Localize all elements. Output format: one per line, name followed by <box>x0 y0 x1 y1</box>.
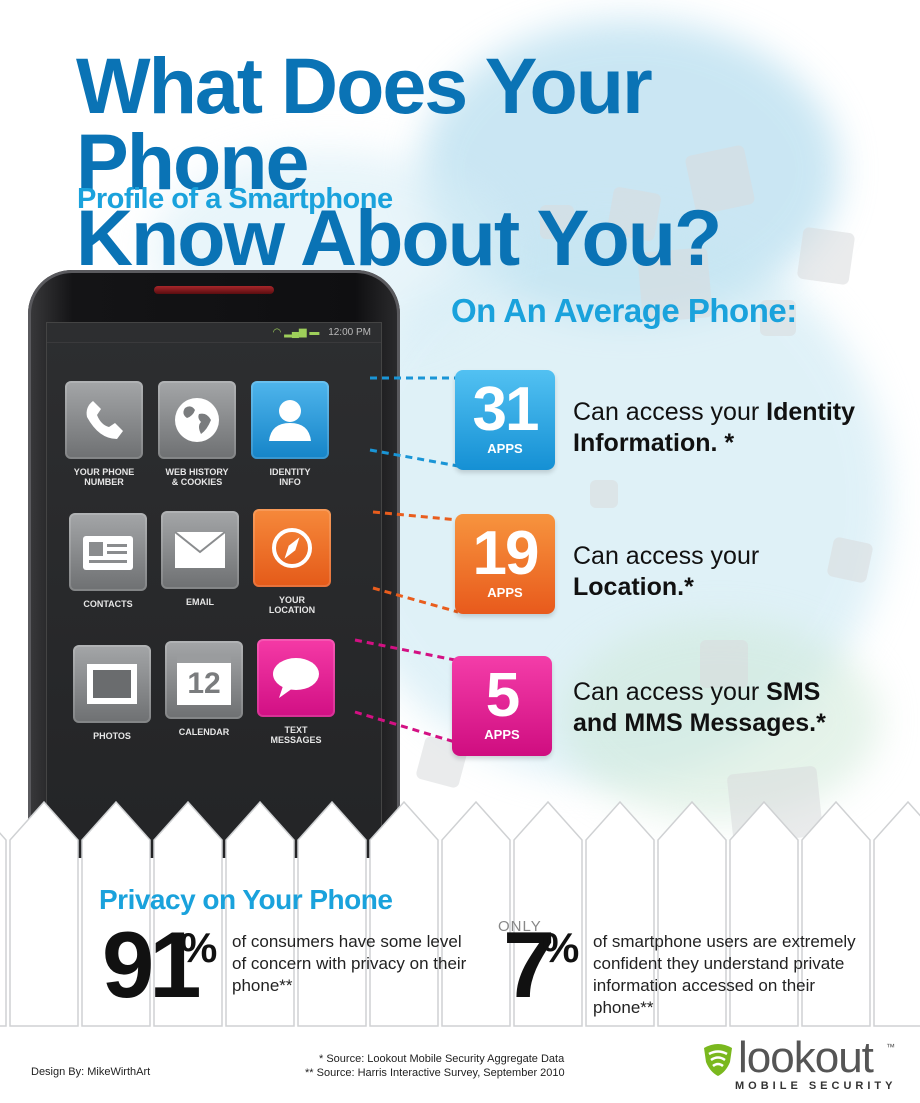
stat-text-location: Can access your Location.* <box>573 541 783 603</box>
stat-text-plain: Can access your <box>573 678 767 706</box>
stat-text-sms: Can access your SMS and MMS Messages.* <box>573 677 853 739</box>
stat-value: 31 <box>472 375 540 444</box>
privacy-right-percent: % <box>542 924 580 971</box>
stat-value: 5 <box>485 661 520 730</box>
connector-sms-top <box>354 638 456 662</box>
source-1: * Source: Lookout Mobile Security Aggreg… <box>319 1053 565 1065</box>
stat-badge-sms: 5 APPS <box>452 656 552 756</box>
privacy-left-text: of consumers have some level of concern … <box>232 932 467 995</box>
source-2: ** Source: Harris Interactive Survey, Se… <box>305 1067 565 1079</box>
fence-picket <box>9 800 79 1027</box>
stat-unit: APPS <box>487 441 523 456</box>
privacy-right-text: of smartphone users are extremely confid… <box>593 932 856 1017</box>
fence-picket <box>873 800 920 1027</box>
stat-badge-location: 19 APPS <box>455 514 555 614</box>
logo-subtitle: MOBILE SECURITY <box>735 1080 897 1092</box>
logo-trademark: ™ <box>886 1042 895 1052</box>
stat-unit: APPS <box>487 585 523 600</box>
stat-text-bold: Location.* <box>573 573 694 601</box>
connector-location-top <box>372 510 459 522</box>
connector-identity-bottom <box>369 448 459 468</box>
lookout-shield-icon <box>704 1044 732 1076</box>
connector-sms-bottom <box>354 710 456 744</box>
stat-text-identity: Can access your Identity Information. * <box>573 397 893 459</box>
stat-text-plain: Can access your <box>573 542 760 570</box>
logo-wordmark: lookout <box>738 1033 874 1082</box>
stat-text-plain: Can access your <box>573 398 767 426</box>
stat-value: 19 <box>472 519 540 588</box>
privacy-left-percent: % <box>180 924 218 971</box>
design-credit: Design By: MikeWirthArt <box>31 1066 151 1078</box>
stat-unit: APPS <box>484 727 520 742</box>
infographic: What Does Your Phone Know About You? Pro… <box>0 0 920 1103</box>
connector-location-bottom <box>372 586 459 614</box>
stat-badge-identity: 31 APPS <box>455 370 555 470</box>
stat-text-tail: * <box>717 429 735 457</box>
sources: * Source: Lookout Mobile Security Aggreg… <box>305 1052 565 1080</box>
fence-picket <box>0 832 7 1027</box>
